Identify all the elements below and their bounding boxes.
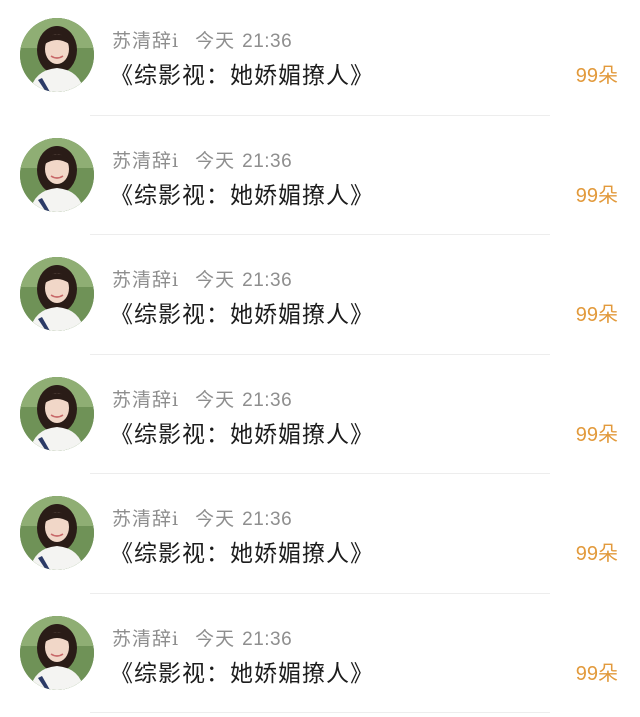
divider xyxy=(90,712,550,713)
avatar-image xyxy=(20,18,94,92)
post-day: 今天 xyxy=(195,30,235,52)
author-name[interactable]: 苏清辞i xyxy=(112,508,179,530)
avatar-image xyxy=(20,496,94,570)
post-day: 今天 xyxy=(195,628,235,650)
flower-count: 99朵 xyxy=(576,418,618,447)
post-time: 21:36 xyxy=(242,629,292,650)
flower-count: 99朵 xyxy=(576,537,618,566)
flower-count-value: 99朵 xyxy=(576,65,618,87)
list-item[interactable]: 苏清辞i 今天 21:36 《综影视：她娇媚撩人》 99朵 xyxy=(0,0,640,120)
list-item[interactable]: 苏清辞i 今天 21:36 《综影视：她娇媚撩人》 99朵 xyxy=(0,598,640,717)
divider xyxy=(90,593,550,594)
avatar[interactable] xyxy=(20,377,94,451)
flower-count-value: 99朵 xyxy=(576,304,618,326)
post-day: 今天 xyxy=(195,389,235,411)
flower-count: 99朵 xyxy=(576,298,618,327)
flower-count-value: 99朵 xyxy=(576,663,618,685)
avatar[interactable] xyxy=(20,138,94,212)
post-meta: 苏清辞i 今天 21:36 xyxy=(112,146,292,173)
post-time: 21:36 xyxy=(242,151,292,172)
avatar-image xyxy=(20,377,94,451)
list-item[interactable]: 苏清辞i 今天 21:36 《综影视：她娇媚撩人》 99朵 xyxy=(0,120,640,240)
post-day: 今天 xyxy=(195,269,235,291)
divider xyxy=(90,115,550,116)
post-time: 21:36 xyxy=(242,390,292,411)
book-title[interactable]: 《综影视：她娇媚撩人》 xyxy=(110,295,374,329)
avatar-image xyxy=(20,138,94,212)
avatar[interactable] xyxy=(20,616,94,690)
avatar[interactable] xyxy=(20,257,94,331)
avatar-image xyxy=(20,257,94,331)
author-name[interactable]: 苏清辞i xyxy=(112,628,179,650)
post-meta: 苏清辞i 今天 21:36 xyxy=(112,265,292,292)
avatar[interactable] xyxy=(20,496,94,570)
avatar[interactable] xyxy=(20,18,94,92)
post-meta: 苏清辞i 今天 21:36 xyxy=(112,385,292,412)
book-title[interactable]: 《综影视：她娇媚撩人》 xyxy=(110,534,374,568)
divider xyxy=(90,234,550,235)
post-day: 今天 xyxy=(195,508,235,530)
avatar-image xyxy=(20,616,94,690)
flower-count: 99朵 xyxy=(576,59,618,88)
post-time: 21:36 xyxy=(242,31,292,52)
post-meta: 苏清辞i 今天 21:36 xyxy=(112,26,292,53)
book-title[interactable]: 《综影视：她娇媚撩人》 xyxy=(110,415,374,449)
book-title[interactable]: 《综影视：她娇媚撩人》 xyxy=(110,654,374,688)
flower-count-value: 99朵 xyxy=(576,185,618,207)
post-meta: 苏清辞i 今天 21:36 xyxy=(112,504,292,531)
flower-count-value: 99朵 xyxy=(576,543,618,565)
post-day: 今天 xyxy=(195,150,235,172)
post-time: 21:36 xyxy=(242,270,292,291)
author-name[interactable]: 苏清辞i xyxy=(112,150,179,172)
post-meta: 苏清辞i 今天 21:36 xyxy=(112,624,292,651)
divider xyxy=(90,473,550,474)
author-name[interactable]: 苏清辞i xyxy=(112,389,179,411)
author-name[interactable]: 苏清辞i xyxy=(112,30,179,52)
post-list: 苏清辞i 今天 21:36 《综影视：她娇媚撩人》 99朵 苏清辞i 今天 21:3… xyxy=(0,0,640,715)
book-title[interactable]: 《综影视：她娇媚撩人》 xyxy=(110,176,374,210)
flower-count-value: 99朵 xyxy=(576,424,618,446)
list-item[interactable]: 苏清辞i 今天 21:36 《综影视：她娇媚撩人》 99朵 xyxy=(0,239,640,359)
list-item[interactable]: 苏清辞i 今天 21:36 《综影视：她娇媚撩人》 99朵 xyxy=(0,478,640,598)
flower-count: 99朵 xyxy=(576,179,618,208)
flower-count: 99朵 xyxy=(576,657,618,686)
author-name[interactable]: 苏清辞i xyxy=(112,269,179,291)
list-item[interactable]: 苏清辞i 今天 21:36 《综影视：她娇媚撩人》 99朵 xyxy=(0,359,640,479)
post-time: 21:36 xyxy=(242,509,292,530)
book-title[interactable]: 《综影视：她娇媚撩人》 xyxy=(110,56,374,90)
divider xyxy=(90,354,550,355)
